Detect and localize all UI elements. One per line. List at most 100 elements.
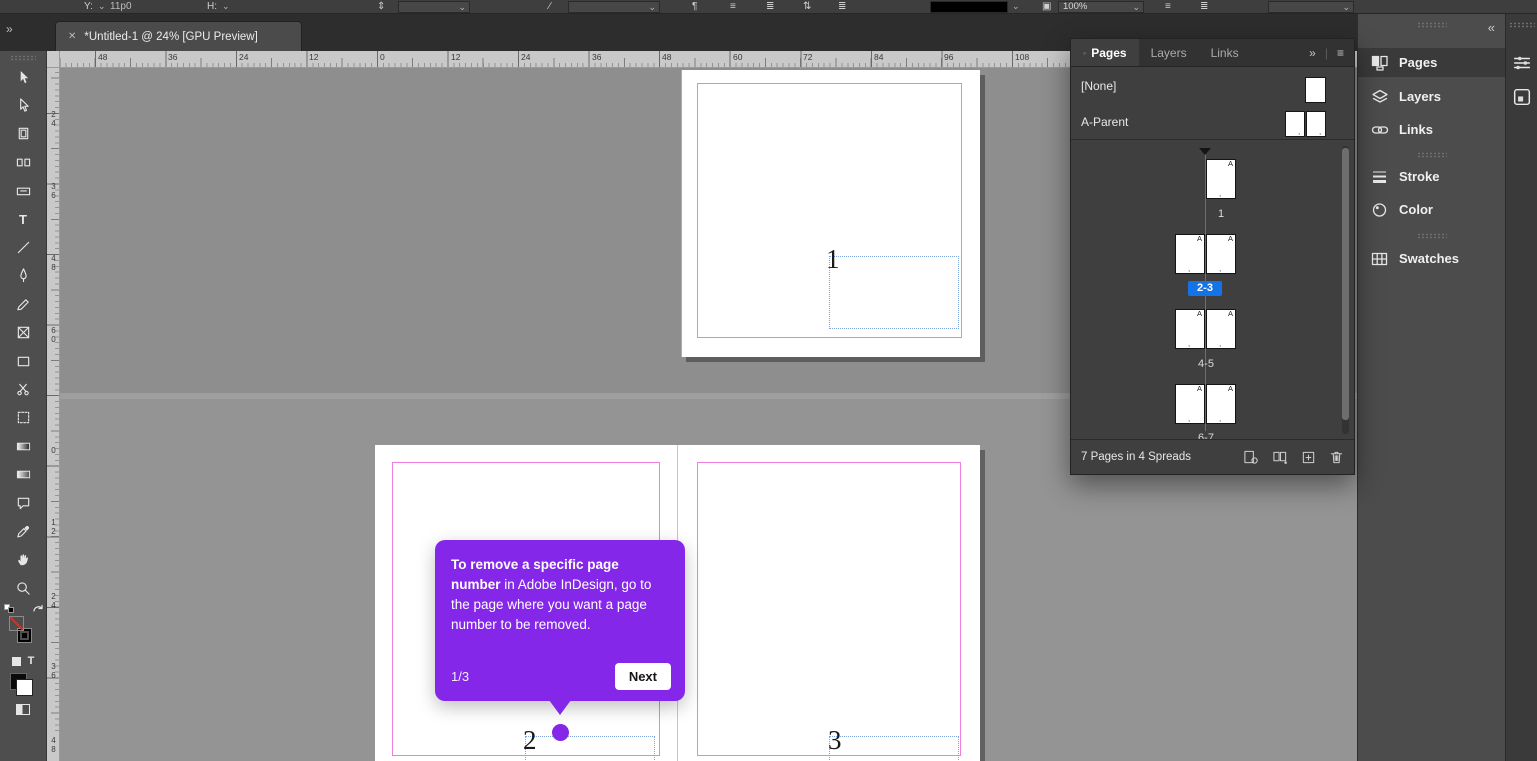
page-tool[interactable]: [0, 120, 47, 148]
height-stepper-chevron-icon[interactable]: ⌄: [222, 0, 230, 13]
formatting-affects-container-icon[interactable]: [11, 656, 21, 666]
collapse-dock-icon[interactable]: «: [1488, 20, 1495, 35]
screen-arrange-icon[interactable]: ≣: [1200, 0, 1208, 13]
formatting-affects-text-icon[interactable]: T: [28, 655, 35, 667]
shear-icon[interactable]: ∕: [549, 0, 551, 13]
fill-stroke-control[interactable]: [0, 602, 47, 652]
paragraph-icon[interactable]: ¶: [692, 0, 697, 13]
dock-drag-handle[interactable]: [1417, 22, 1447, 28]
dock-item-pages[interactable]: Pages: [1358, 48, 1505, 77]
page-thumbnail-6[interactable]: A ,: [1175, 384, 1205, 424]
page-number-text-frame[interactable]: [829, 736, 959, 761]
dock-group-handle[interactable]: [1417, 233, 1447, 239]
scale-dropdown[interactable]: ⌄: [398, 1, 470, 13]
tab-pages[interactable]: ◦ Pages: [1071, 39, 1139, 66]
next-button[interactable]: Next: [614, 663, 671, 690]
direct-selection-tool[interactable]: [0, 91, 47, 119]
content-collector-tool[interactable]: [0, 177, 47, 205]
dock-item-color[interactable]: Color: [1358, 195, 1505, 224]
scale-icon[interactable]: ⇕: [377, 0, 385, 13]
document-page-1[interactable]: 1: [681, 70, 980, 357]
collapse-panel-icon[interactable]: »: [1309, 46, 1316, 60]
gap-tool[interactable]: [0, 148, 47, 176]
properties-sliders-icon[interactable]: [1513, 54, 1531, 72]
dock-item-layers[interactable]: Layers: [1358, 82, 1505, 111]
rectangle-frame-tool[interactable]: [0, 319, 47, 347]
pen-tool[interactable]: [0, 262, 47, 290]
view-options-icon[interactable]: ≡: [1165, 0, 1171, 13]
edit-page-size-icon[interactable]: [1243, 450, 1259, 465]
spreads-list[interactable]: A , 1 A , A , 2-3 A , A , 4-5 A , A , 6-…: [1071, 140, 1354, 441]
rectangle-tool[interactable]: [0, 347, 47, 375]
dock-group-handle[interactable]: [1417, 152, 1447, 158]
swap-fill-stroke-icon[interactable]: [32, 603, 44, 615]
spreads-scrollbar[interactable]: [1342, 146, 1349, 434]
y-coordinate-value[interactable]: 11p0: [110, 0, 132, 13]
page-thumbnail-2[interactable]: A ,: [1175, 234, 1205, 274]
page-thumbnail-4[interactable]: A ,: [1175, 309, 1205, 349]
swap-axes-icon[interactable]: ⇅: [803, 0, 811, 13]
fill-swatch[interactable]: [8, 616, 24, 632]
cc-libraries-icon[interactable]: [1513, 88, 1531, 106]
a-parent-thumbnail-right[interactable]: ,: [1306, 111, 1326, 137]
distribute-icon[interactable]: ≣: [838, 0, 846, 13]
scissors-tool[interactable]: [0, 375, 47, 403]
create-spread-icon[interactable]: [1272, 450, 1288, 465]
selection-tool[interactable]: [0, 63, 47, 91]
eyedropper-tool[interactable]: [0, 517, 47, 545]
y-stepper-chevron-icon[interactable]: ⌄: [98, 0, 106, 13]
workspace-dropdown[interactable]: ⌄: [1268, 1, 1354, 13]
thumb-mark: ,: [1298, 127, 1301, 136]
page-thumbnail-7[interactable]: A ,: [1206, 384, 1236, 424]
align-lines-icon[interactable]: ≡: [730, 0, 736, 13]
tools-drag-handle[interactable]: [10, 55, 36, 61]
delete-page-icon[interactable]: [1329, 450, 1344, 465]
parent-none-thumbnail[interactable]: [1305, 77, 1326, 103]
page-thumbnail-3[interactable]: A ,: [1206, 234, 1236, 274]
screen-mode-button[interactable]: [16, 704, 30, 716]
pencil-tool[interactable]: [0, 290, 47, 318]
tab-close-icon[interactable]: ✕: [68, 31, 76, 42]
a-parent-thumbnail-left[interactable]: ,: [1285, 111, 1305, 137]
ruler-origin-box[interactable]: [47, 51, 60, 68]
spread-label-1[interactable]: 1: [1206, 208, 1236, 220]
tools-panel-expand-icon[interactable]: »: [6, 22, 13, 36]
spread-label-4-5[interactable]: 4-5: [1191, 358, 1221, 370]
hand-tool[interactable]: [0, 546, 47, 574]
zoom-tool[interactable]: [0, 574, 47, 602]
type-tool[interactable]: T: [0, 205, 47, 233]
align-lines-dense-icon[interactable]: ≣: [766, 0, 774, 13]
parent-row-none[interactable]: [None]: [1071, 71, 1354, 103]
dock-item-links[interactable]: Links: [1358, 115, 1505, 144]
strip-drag-handle[interactable]: [1509, 22, 1535, 28]
spread-label-2-3-selected[interactable]: 2-3: [1188, 281, 1222, 296]
zoom-level-field[interactable]: 100% ⌄: [1058, 1, 1144, 13]
gradient-feather-tool[interactable]: [0, 460, 47, 488]
scrollbar-thumb[interactable]: [1342, 148, 1349, 420]
gradient-swatch-tool[interactable]: [0, 432, 47, 460]
tab-layers[interactable]: Layers: [1139, 39, 1199, 66]
page-number-text-frame[interactable]: [525, 736, 655, 761]
spread-selector-arrow-icon[interactable]: [1199, 148, 1211, 155]
dock-item-swatches[interactable]: Swatches: [1358, 244, 1505, 273]
apply-color-control[interactable]: [0, 670, 47, 700]
page-thumbnail-1[interactable]: A ,: [1206, 159, 1236, 199]
document-tab[interactable]: ✕ *Untitled-1 @ 24% [GPU Preview]: [55, 21, 302, 51]
note-icon: [17, 497, 29, 509]
color-swatch-dropdown[interactable]: [930, 1, 1008, 13]
line-tool[interactable]: [0, 233, 47, 261]
new-page-icon[interactable]: [1301, 450, 1316, 465]
rotation-dropdown[interactable]: ⌄: [568, 1, 660, 13]
note-tool[interactable]: [0, 489, 47, 517]
swatch-chevron-icon[interactable]: ⌄: [1012, 0, 1020, 13]
free-transform-tool[interactable]: [0, 404, 47, 432]
vertical-ruler[interactable]: 24 36 48 60 0 12 24 36 48: [47, 68, 60, 761]
page-number-text-frame[interactable]: [829, 256, 959, 329]
parent-row-a-parent[interactable]: A-Parent , ,: [1071, 105, 1354, 139]
dock-item-stroke[interactable]: Stroke: [1358, 162, 1505, 191]
panel-menu-icon[interactable]: ≡: [1337, 46, 1344, 60]
apply-none-swatch[interactable]: [15, 679, 33, 697]
page-thumbnail-5[interactable]: A ,: [1206, 309, 1236, 349]
tab-links[interactable]: Links: [1199, 39, 1251, 66]
preview-checkbox-icon[interactable]: ▣: [1042, 0, 1051, 13]
